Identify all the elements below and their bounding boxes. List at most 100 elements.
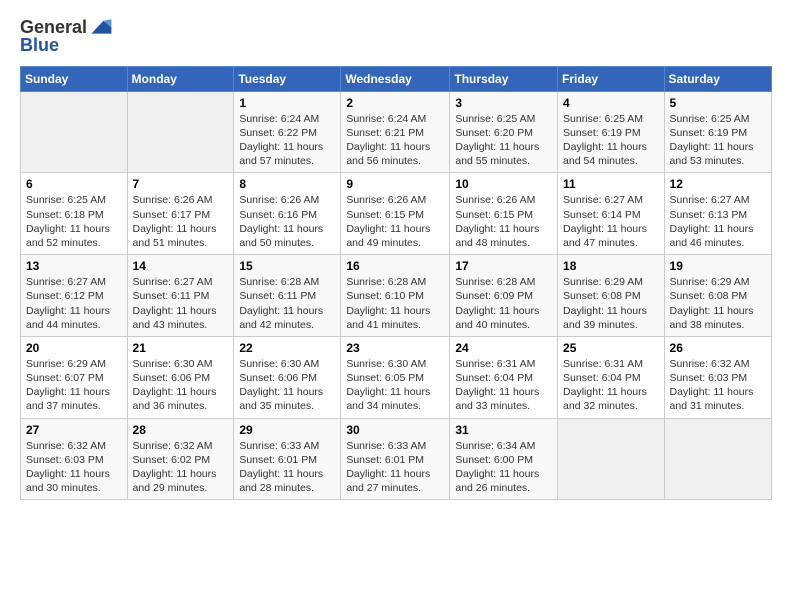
- day-number: 1: [239, 96, 335, 110]
- day-info: Sunrise: 6:25 AM Sunset: 6:19 PM Dayligh…: [563, 112, 659, 169]
- day-info: Sunrise: 6:32 AM Sunset: 6:03 PM Dayligh…: [670, 357, 766, 414]
- day-number: 12: [670, 177, 766, 191]
- day-cell: [21, 91, 128, 173]
- day-number: 17: [455, 259, 552, 273]
- day-info: Sunrise: 6:29 AM Sunset: 6:07 PM Dayligh…: [26, 357, 122, 414]
- day-cell: 4 Sunrise: 6:25 AM Sunset: 6:19 PM Daylig…: [558, 91, 665, 173]
- day-info: Sunrise: 6:25 AM Sunset: 6:18 PM Dayligh…: [26, 193, 122, 250]
- day-number: 4: [563, 96, 659, 110]
- logo: General Blue: [20, 16, 113, 56]
- day-info: Sunrise: 6:26 AM Sunset: 6:15 PM Dayligh…: [346, 193, 444, 250]
- day-number: 30: [346, 423, 444, 437]
- day-number: 10: [455, 177, 552, 191]
- day-info: Sunrise: 6:27 AM Sunset: 6:14 PM Dayligh…: [563, 193, 659, 250]
- weekday-header-row: SundayMondayTuesdayWednesdayThursdayFrid…: [21, 66, 772, 91]
- weekday-thursday: Thursday: [450, 66, 558, 91]
- day-cell: 2 Sunrise: 6:24 AM Sunset: 6:21 PM Daylig…: [341, 91, 450, 173]
- day-cell: 16 Sunrise: 6:28 AM Sunset: 6:10 PM Dayli…: [341, 255, 450, 337]
- day-number: 11: [563, 177, 659, 191]
- day-info: Sunrise: 6:30 AM Sunset: 6:06 PM Dayligh…: [239, 357, 335, 414]
- day-info: Sunrise: 6:25 AM Sunset: 6:19 PM Dayligh…: [670, 112, 766, 169]
- day-cell: 8Sunrise: 6:26 AM Sunset: 6:16 PM Daylig…: [234, 173, 341, 255]
- day-cell: 9 Sunrise: 6:26 AM Sunset: 6:15 PM Daylig…: [341, 173, 450, 255]
- day-number: 9: [346, 177, 444, 191]
- day-info: Sunrise: 6:33 AM Sunset: 6:01 PM Dayligh…: [239, 439, 335, 496]
- day-info: Sunrise: 6:29 AM Sunset: 6:08 PM Dayligh…: [670, 275, 766, 332]
- day-cell: 5 Sunrise: 6:25 AM Sunset: 6:19 PM Daylig…: [664, 91, 771, 173]
- day-cell: 29 Sunrise: 6:33 AM Sunset: 6:01 PM Dayli…: [234, 418, 341, 500]
- day-cell: 18Sunrise: 6:29 AM Sunset: 6:08 PM Dayli…: [558, 255, 665, 337]
- day-cell: 13 Sunrise: 6:27 AM Sunset: 6:12 PM Dayli…: [21, 255, 128, 337]
- day-cell: 17Sunrise: 6:28 AM Sunset: 6:09 PM Dayli…: [450, 255, 558, 337]
- day-info: Sunrise: 6:28 AM Sunset: 6:10 PM Dayligh…: [346, 275, 444, 332]
- day-info: Sunrise: 6:27 AM Sunset: 6:12 PM Dayligh…: [26, 275, 122, 332]
- week-row-1: 6 Sunrise: 6:25 AM Sunset: 6:18 PM Daylig…: [21, 173, 772, 255]
- day-info: Sunrise: 6:31 AM Sunset: 6:04 PM Dayligh…: [455, 357, 552, 414]
- day-info: Sunrise: 6:24 AM Sunset: 6:21 PM Dayligh…: [346, 112, 444, 169]
- day-info: Sunrise: 6:33 AM Sunset: 6:01 PM Dayligh…: [346, 439, 444, 496]
- day-cell: 10 Sunrise: 6:26 AM Sunset: 6:15 PM Dayli…: [450, 173, 558, 255]
- calendar-table: SundayMondayTuesdayWednesdayThursdayFrid…: [20, 66, 772, 500]
- week-row-2: 13 Sunrise: 6:27 AM Sunset: 6:12 PM Dayli…: [21, 255, 772, 337]
- day-info: Sunrise: 6:28 AM Sunset: 6:11 PM Dayligh…: [239, 275, 335, 332]
- day-info: Sunrise: 6:27 AM Sunset: 6:11 PM Dayligh…: [133, 275, 229, 332]
- weekday-sunday: Sunday: [21, 66, 128, 91]
- day-number: 18: [563, 259, 659, 273]
- day-info: Sunrise: 6:30 AM Sunset: 6:05 PM Dayligh…: [346, 357, 444, 414]
- header: General Blue: [20, 16, 772, 56]
- day-cell: 1Sunrise: 6:24 AM Sunset: 6:22 PM Daylig…: [234, 91, 341, 173]
- day-number: 28: [133, 423, 229, 437]
- day-number: 22: [239, 341, 335, 355]
- day-info: Sunrise: 6:34 AM Sunset: 6:00 PM Dayligh…: [455, 439, 552, 496]
- day-cell: 3 Sunrise: 6:25 AM Sunset: 6:20 PM Daylig…: [450, 91, 558, 173]
- day-number: 6: [26, 177, 122, 191]
- day-cell: 28 Sunrise: 6:32 AM Sunset: 6:02 PM Dayli…: [127, 418, 234, 500]
- day-number: 3: [455, 96, 552, 110]
- day-cell: 14 Sunrise: 6:27 AM Sunset: 6:11 PM Dayli…: [127, 255, 234, 337]
- day-number: 7: [133, 177, 229, 191]
- day-cell: 23 Sunrise: 6:30 AM Sunset: 6:05 PM Dayli…: [341, 336, 450, 418]
- day-cell: 24Sunrise: 6:31 AM Sunset: 6:04 PM Dayli…: [450, 336, 558, 418]
- day-number: 26: [670, 341, 766, 355]
- day-number: 23: [346, 341, 444, 355]
- day-info: Sunrise: 6:26 AM Sunset: 6:15 PM Dayligh…: [455, 193, 552, 250]
- day-cell: 11 Sunrise: 6:27 AM Sunset: 6:14 PM Dayli…: [558, 173, 665, 255]
- day-info: Sunrise: 6:26 AM Sunset: 6:17 PM Dayligh…: [133, 193, 229, 250]
- day-cell: 30 Sunrise: 6:33 AM Sunset: 6:01 PM Dayli…: [341, 418, 450, 500]
- day-number: 13: [26, 259, 122, 273]
- day-number: 20: [26, 341, 122, 355]
- day-number: 31: [455, 423, 552, 437]
- day-cell: 26 Sunrise: 6:32 AM Sunset: 6:03 PM Dayli…: [664, 336, 771, 418]
- day-cell: [127, 91, 234, 173]
- day-number: 5: [670, 96, 766, 110]
- day-cell: 21Sunrise: 6:30 AM Sunset: 6:06 PM Dayli…: [127, 336, 234, 418]
- day-cell: [558, 418, 665, 500]
- day-cell: 27Sunrise: 6:32 AM Sunset: 6:03 PM Dayli…: [21, 418, 128, 500]
- day-number: 15: [239, 259, 335, 273]
- weekday-tuesday: Tuesday: [234, 66, 341, 91]
- day-number: 19: [670, 259, 766, 273]
- day-cell: 19 Sunrise: 6:29 AM Sunset: 6:08 PM Dayli…: [664, 255, 771, 337]
- week-row-0: 1Sunrise: 6:24 AM Sunset: 6:22 PM Daylig…: [21, 91, 772, 173]
- day-cell: 6 Sunrise: 6:25 AM Sunset: 6:18 PM Daylig…: [21, 173, 128, 255]
- day-info: Sunrise: 6:30 AM Sunset: 6:06 PM Dayligh…: [133, 357, 229, 414]
- day-cell: [664, 418, 771, 500]
- weekday-friday: Friday: [558, 66, 665, 91]
- day-info: Sunrise: 6:27 AM Sunset: 6:13 PM Dayligh…: [670, 193, 766, 250]
- day-number: 29: [239, 423, 335, 437]
- day-info: Sunrise: 6:32 AM Sunset: 6:02 PM Dayligh…: [133, 439, 229, 496]
- day-info: Sunrise: 6:25 AM Sunset: 6:20 PM Dayligh…: [455, 112, 552, 169]
- weekday-monday: Monday: [127, 66, 234, 91]
- day-number: 14: [133, 259, 229, 273]
- weekday-wednesday: Wednesday: [341, 66, 450, 91]
- day-cell: 12 Sunrise: 6:27 AM Sunset: 6:13 PM Dayli…: [664, 173, 771, 255]
- day-cell: 31 Sunrise: 6:34 AM Sunset: 6:00 PM Dayli…: [450, 418, 558, 500]
- weekday-saturday: Saturday: [664, 66, 771, 91]
- day-number: 16: [346, 259, 444, 273]
- logo-icon: [89, 16, 113, 40]
- day-number: 2: [346, 96, 444, 110]
- page: General Blue SundayMondayTuesdayWednesda…: [0, 0, 792, 612]
- day-number: 8: [239, 177, 335, 191]
- day-info: Sunrise: 6:31 AM Sunset: 6:04 PM Dayligh…: [563, 357, 659, 414]
- week-row-3: 20 Sunrise: 6:29 AM Sunset: 6:07 PM Dayli…: [21, 336, 772, 418]
